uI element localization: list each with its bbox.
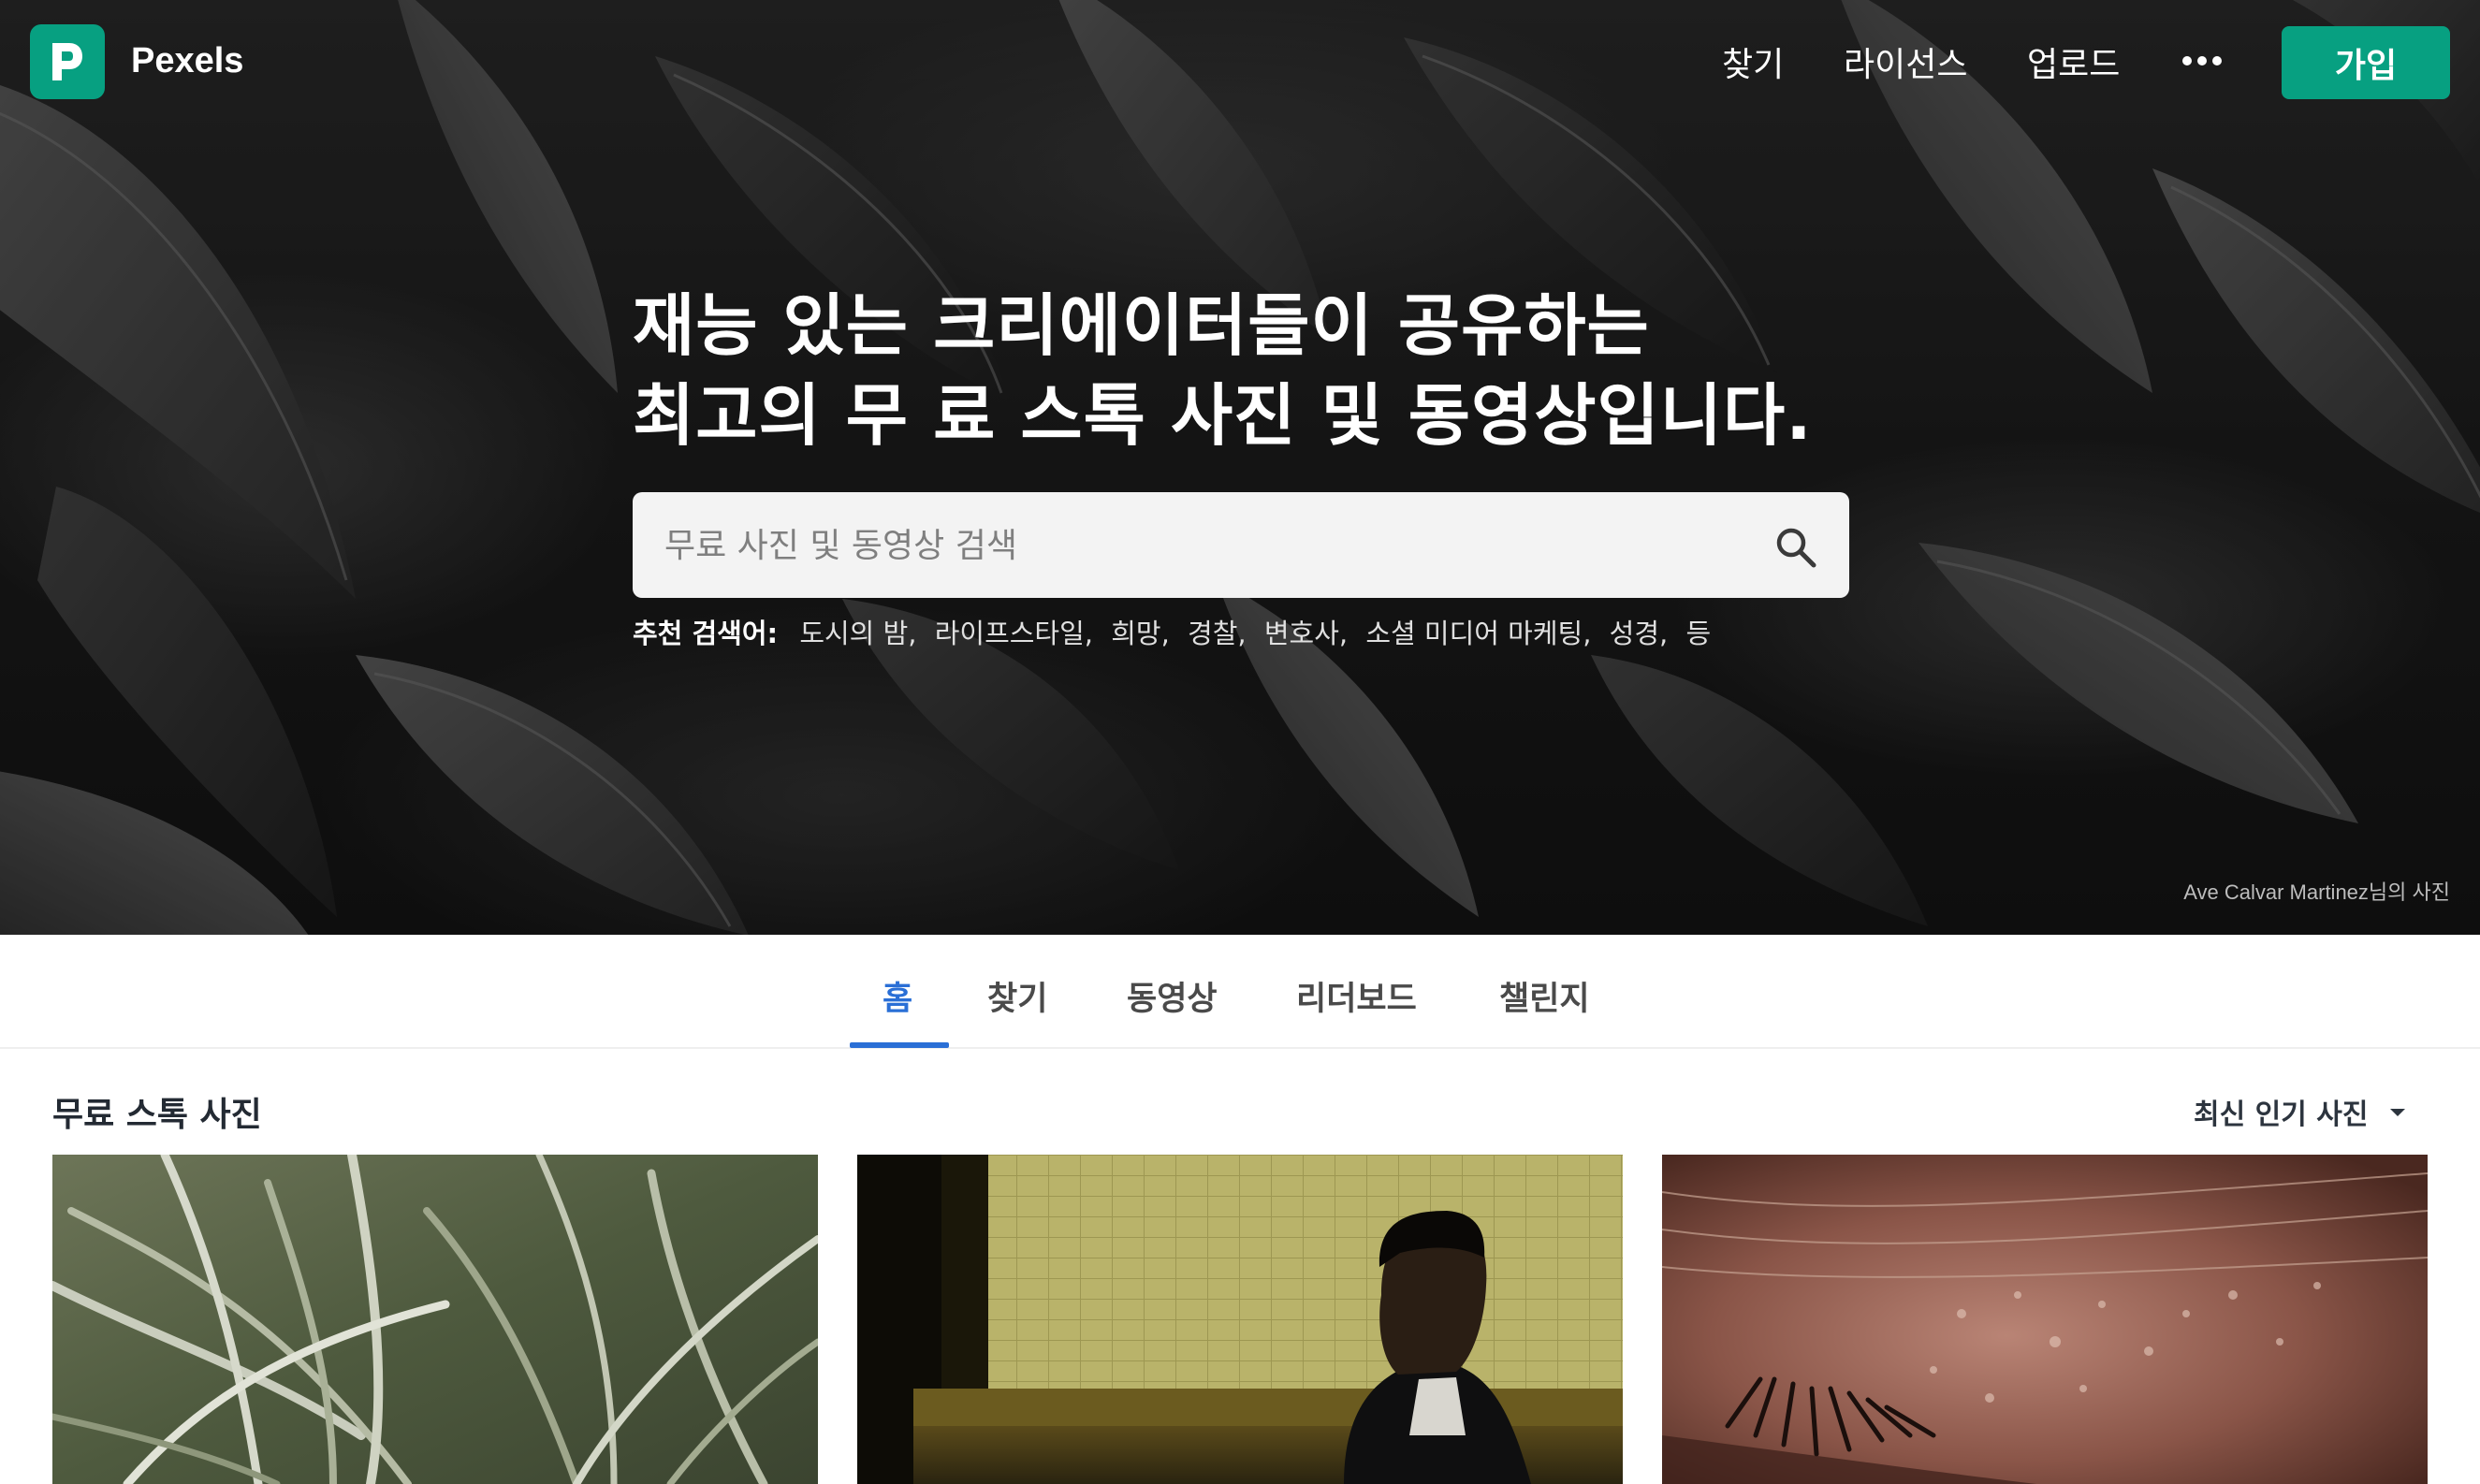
sort-dropdown[interactable]: 최신 인기 사진: [2194, 1091, 2369, 1132]
suggestion-link[interactable]: 희망: [1111, 618, 1160, 649]
nav-link-upload[interactable]: 업로드: [2027, 37, 2120, 86]
photo-card[interactable]: [1662, 1155, 2428, 1484]
join-button[interactable]: 가입: [2282, 26, 2450, 99]
caret-down-icon[interactable]: [2388, 1104, 2407, 1116]
section-title: 무료 스톡 사진: [52, 1096, 262, 1134]
hero-overlay: [0, 0, 2480, 935]
more-dots-icon[interactable]: [2181, 47, 2224, 75]
active-tab-indicator: [850, 1042, 949, 1048]
search-bar: [633, 492, 1849, 598]
suggestion-link-more[interactable]: 등: [1685, 618, 1711, 649]
nav-link-explore[interactable]: 찾기: [1722, 37, 1784, 86]
pexels-logo-icon[interactable]: [30, 24, 105, 99]
photo-subway-man: [857, 1155, 1623, 1484]
photo-card[interactable]: [857, 1155, 1623, 1484]
suggestion-link[interactable]: 성경: [1610, 618, 1659, 649]
suggested-searches: 추천 검색어: 도시의 밤, 라이프스타일, 희망, 경찰, 변호사, 소셜 미…: [633, 618, 1712, 649]
brand-name[interactable]: Pexels: [131, 41, 243, 81]
photo-skin-closeup: [1662, 1155, 2428, 1484]
suggestion-link[interactable]: 경찰: [1188, 618, 1237, 649]
suggested-label: 추천 검색어:: [633, 618, 779, 649]
top-navbar: Pexels 찾기 라이선스 업로드 가입: [0, 0, 2480, 129]
hero-title-line2: 최고의 무 료 스톡 사진 및 동영상입니다.: [633, 376, 1813, 455]
photo-grass: [52, 1155, 818, 1484]
tab-videos[interactable]: 동영상: [1127, 972, 1218, 1020]
tab-leaderboard[interactable]: 리더보드: [1296, 972, 1417, 1020]
suggestion-link[interactable]: 도시의 밤: [799, 618, 908, 649]
search-input[interactable]: [664, 515, 1731, 576]
content-tabs: 홈 찾기 동영상 리더보드 챌린지: [0, 935, 2480, 1049]
hero-title-line1: 재능 있는 크리에이터들이 공유하는: [633, 286, 1650, 365]
suggestion-link[interactable]: 변호사: [1264, 618, 1339, 649]
tab-home[interactable]: 홈: [883, 972, 912, 1020]
search-icon[interactable]: [1771, 522, 1823, 575]
tab-challenges[interactable]: 챌린지: [1499, 972, 1590, 1020]
suggestion-link[interactable]: 소셜 미디어 마케팅: [1365, 618, 1583, 649]
tab-explore[interactable]: 찾기: [987, 972, 1047, 1020]
hero-title: 재능 있는 크리에이터들이 공유하는 최고의 무 료 스톡 사진 및 동영상입니…: [633, 281, 1887, 460]
photo-card[interactable]: [52, 1155, 818, 1484]
photo-credit[interactable]: Ave Calvar Martinez님의 사진: [2183, 876, 2450, 906]
suggestion-link[interactable]: 라이프스타일: [935, 618, 1085, 649]
nav-link-license[interactable]: 라이선스: [1844, 37, 1967, 86]
hero-banner: [0, 0, 2480, 935]
